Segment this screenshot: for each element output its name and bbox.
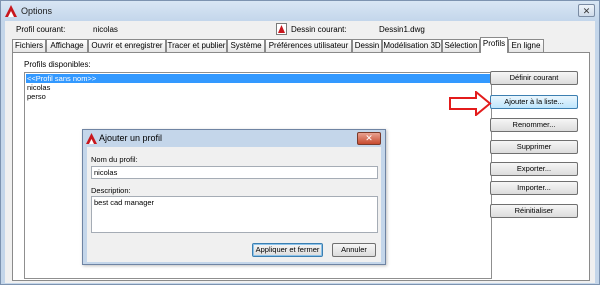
add-profile-dialog: Ajouter un profil ✕ Nom du profil: Descr… xyxy=(82,129,386,265)
current-drawing-value: Dessin1.dwg xyxy=(379,25,425,34)
drawing-file-icon xyxy=(276,23,287,35)
profile-item-nicolas[interactable]: nicolas xyxy=(26,83,50,92)
dialog-close-button[interactable]: ✕ xyxy=(357,132,381,145)
dialog-title: Ajouter un profil xyxy=(99,133,163,143)
tab-affichage[interactable]: Affichage xyxy=(46,39,88,52)
current-drawing-label: Dessin courant: xyxy=(291,25,347,34)
profile-name-label: Nom du profil: xyxy=(91,155,138,164)
export-button[interactable]: Exporter... xyxy=(490,162,578,176)
dialog-body: Nom du profil: Description: best cad man… xyxy=(87,147,381,262)
dialog-title-bar[interactable]: Ajouter un profil ✕ xyxy=(83,130,385,147)
red-arrow-annotation-icon xyxy=(449,91,492,116)
available-profiles-label: Profils disponibles: xyxy=(24,60,91,69)
import-button[interactable]: Importer... xyxy=(490,181,578,195)
rename-button[interactable]: Renommer... xyxy=(490,118,578,132)
options-window: Options ✕ Profil courant: nicolas Dessin… xyxy=(0,0,600,285)
window-title: Options xyxy=(21,6,53,16)
tab-systeme[interactable]: Système xyxy=(227,39,265,52)
description-label: Description: xyxy=(91,186,131,195)
set-current-button[interactable]: Définir courant xyxy=(490,71,578,85)
autocad-logo-icon xyxy=(86,133,97,144)
autocad-logo-icon xyxy=(5,5,17,17)
profile-name-input[interactable] xyxy=(91,166,378,179)
reset-button[interactable]: Réinitialiser xyxy=(490,204,578,218)
tab-en-ligne[interactable]: En ligne xyxy=(508,39,544,52)
window-close-button[interactable]: ✕ xyxy=(578,4,595,17)
cancel-button[interactable]: Annuler xyxy=(332,243,376,257)
tab-selection[interactable]: Sélection xyxy=(442,39,480,52)
delete-button[interactable]: Supprimer xyxy=(490,140,578,154)
description-textarea[interactable]: best cad manager xyxy=(91,196,378,233)
tab-dessin[interactable]: Dessin xyxy=(352,39,382,52)
title-bar[interactable]: Options ✕ xyxy=(1,1,599,21)
tab-fichiers[interactable]: Fichiers xyxy=(12,39,46,52)
apply-close-button[interactable]: Appliquer et fermer xyxy=(252,243,323,257)
tab-profils[interactable]: Profils xyxy=(480,37,508,53)
tab-preferences-utilisateur[interactable]: Préférences utilisateur xyxy=(265,39,352,52)
current-profile-label: Profil courant: xyxy=(16,25,66,34)
tab-modelisation-3d[interactable]: Modélisation 3D xyxy=(382,39,442,52)
add-to-list-button[interactable]: Ajouter à la liste... xyxy=(490,95,578,109)
tab-tracer-publier[interactable]: Tracer et publier xyxy=(166,39,227,52)
profile-item-unnamed[interactable]: <<Profil sans nom>> xyxy=(26,74,491,83)
current-profile-value: nicolas xyxy=(93,25,118,34)
profile-item-perso[interactable]: perso xyxy=(26,92,46,101)
tab-ouvrir-enregistrer[interactable]: Ouvrir et enregistrer xyxy=(88,39,166,52)
